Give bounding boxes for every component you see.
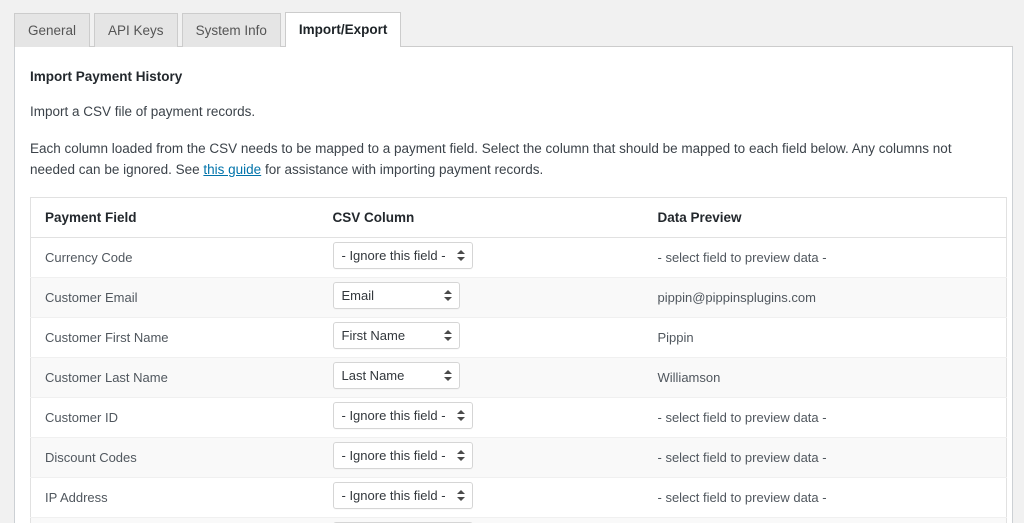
- data-preview-value: Williamson: [643, 357, 1007, 398]
- table-row: Customer ID - Ignore this field - - select…: [30, 397, 1007, 438]
- csv-column-select[interactable]: - Ignore this field -: [332, 482, 473, 510]
- table-header: Payment Field CSV Column Data Preview: [30, 197, 1007, 238]
- csv-column-select-value: - Ignore this field -: [341, 408, 446, 424]
- data-preview-value: - select field to preview data -: [643, 477, 1007, 518]
- csv-column-select[interactable]: First Name: [332, 322, 460, 350]
- table-row: Discount Codes - Ignore this field - - sel…: [30, 437, 1007, 478]
- payment-field-label: Customer ID: [30, 397, 319, 438]
- csv-column-cell: Last Name: [318, 357, 644, 398]
- this-guide-link[interactable]: this guide: [203, 162, 261, 177]
- tab-list: General API Keys System Info Import/Export: [14, 12, 1024, 47]
- table-row: Mode (Live|Test)- Ignore this field -- s…: [30, 517, 1007, 523]
- payment-field-label: Discount Codes: [30, 437, 319, 478]
- payment-field-label: Customer Last Name: [30, 357, 319, 398]
- data-preview-value: - select field to preview data -: [643, 437, 1007, 478]
- csv-column-cell: - Ignore this field -: [318, 477, 644, 518]
- page-title: Import Payment History: [30, 69, 183, 84]
- column-header-data-preview: Data Preview: [643, 197, 1007, 238]
- csv-column-cell: Email: [318, 277, 644, 318]
- column-header-payment-field: Payment Field: [30, 197, 319, 238]
- csv-column-cell: - Ignore this field -: [318, 237, 644, 278]
- tab-system-info[interactable]: System Info: [181, 13, 281, 47]
- table-row: Currency Code - Ignore this field - - sele…: [30, 237, 1007, 278]
- csv-column-select[interactable]: Email: [332, 282, 460, 310]
- settings-tab-bar: General API Keys System Info Import/Export: [0, 0, 1024, 47]
- import-export-panel: Import Payment History Import a CSV file…: [14, 47, 1013, 523]
- instructions-text: Each column loaded from the CSV needs to…: [30, 139, 998, 181]
- csv-column-select-value: First Name: [341, 328, 406, 344]
- instructions-part-2: for assistance with importing payment re…: [261, 161, 544, 177]
- data-preview-value: pippin@pippinsplugins.com: [643, 277, 1007, 318]
- csv-column-select-value: - Ignore this field -: [341, 448, 446, 464]
- data-preview-value: - select field to preview data -: [643, 237, 1007, 278]
- table-row: Customer Last Name Last Name Williamson: [30, 357, 1007, 398]
- data-preview-value: - select field to preview data -: [643, 397, 1007, 438]
- csv-column-cell: - Ignore this field -: [318, 437, 644, 478]
- csv-column-select-value: - Ignore this field -: [341, 488, 446, 504]
- csv-column-select[interactable]: - Ignore this field -: [332, 442, 473, 470]
- csv-column-select[interactable]: Last Name: [332, 362, 460, 390]
- csv-field-mapping-table: Payment Field CSV Column Data Preview Cu…: [30, 196, 1007, 523]
- tab-import-export[interactable]: Import/Export: [284, 12, 402, 47]
- data-preview-value: Pippin: [643, 317, 1007, 358]
- tab-general[interactable]: General: [14, 13, 91, 47]
- csv-column-cell: First Name: [318, 317, 644, 358]
- csv-column-cell: - Ignore this field -: [318, 397, 644, 438]
- csv-column-cell: - Ignore this field -: [318, 517, 644, 523]
- intro-text: Import a CSV file of payment records.: [30, 104, 256, 119]
- csv-column-select-value: Last Name: [341, 368, 405, 384]
- column-header-csv-column: CSV Column: [318, 197, 644, 238]
- csv-column-select-value: - Ignore this field -: [341, 248, 446, 264]
- table-row: Customer Email Email pippin@pippinsplugins…: [30, 277, 1007, 318]
- data-preview-value: - select field to preview data -: [643, 517, 1007, 523]
- payment-field-label: IP Address: [30, 477, 319, 518]
- table-row: IP Address - Ignore this field - - select …: [30, 477, 1007, 518]
- payment-field-label: Currency Code: [30, 237, 319, 278]
- payment-field-label: Customer First Name: [30, 317, 319, 358]
- payment-field-label: Customer Email: [30, 277, 319, 318]
- table-body: Currency Code - Ignore this field -- sele…: [30, 237, 1007, 523]
- payment-field-label: Mode (Live|Test): [30, 517, 319, 523]
- csv-column-select-value: Email: [341, 288, 375, 304]
- csv-column-select[interactable]: - Ignore this field -: [332, 402, 473, 430]
- table-header-row: Payment Field CSV Column Data Preview: [30, 197, 1007, 238]
- csv-column-select[interactable]: - Ignore this field -: [332, 242, 473, 270]
- table-row: Customer First Name First Name Pippin: [30, 317, 1007, 358]
- tab-api-keys[interactable]: API Keys: [94, 13, 178, 47]
